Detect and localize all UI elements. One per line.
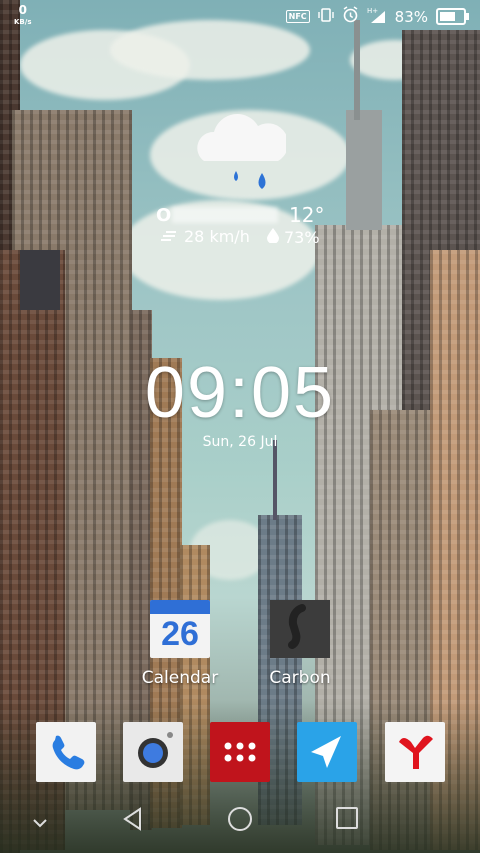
alarm-icon	[342, 6, 359, 27]
battery-percent: 83%	[394, 7, 428, 26]
calendar-icon: 26	[150, 600, 210, 658]
clock-time[interactable]: 09:05	[0, 352, 480, 434]
nfc-icon: NFC	[285, 10, 310, 23]
weather-city: O	[156, 205, 172, 226]
humidity-drop-icon	[266, 227, 280, 247]
carbon-label: Carbon	[269, 668, 331, 688]
network-speed-value: 0	[18, 3, 27, 17]
svg-text:H+: H+	[367, 7, 378, 15]
humidity-value: 73%	[284, 227, 320, 247]
collapse-chevron-icon[interactable]	[31, 814, 49, 833]
weather-temperature: 12°	[289, 203, 325, 227]
apps-drawer-icon[interactable]	[210, 722, 270, 782]
vibrate-icon	[317, 7, 334, 27]
rain-cloud-icon	[196, 103, 289, 202]
carbon-icon	[270, 600, 330, 658]
battery-icon	[436, 8, 469, 25]
clock-date[interactable]: Sun, 26 Jul	[0, 434, 480, 450]
carbon-app[interactable]: Carbon	[245, 600, 355, 688]
humidity-info: 73%	[266, 227, 320, 247]
wind-speed: 28 km/h	[184, 227, 250, 246]
blurred-city-name	[172, 207, 278, 223]
back-icon[interactable]	[120, 806, 146, 836]
telegram-icon[interactable]	[297, 722, 357, 782]
recents-icon[interactable]	[335, 806, 359, 834]
wind-info: 28 km/h	[160, 227, 250, 246]
network-speed: 0 KB/s	[14, 4, 31, 28]
home-icon[interactable]	[227, 806, 253, 836]
phone-icon[interactable]	[36, 722, 96, 782]
calendar-app[interactable]: 26 Calendar	[125, 600, 235, 688]
network-speed-unit: KB/s	[14, 18, 32, 26]
calendar-day: 26	[161, 615, 199, 653]
yandex-browser-icon[interactable]	[385, 722, 445, 782]
wind-icon	[160, 227, 178, 246]
signal-hplus-icon: H+	[367, 7, 387, 27]
navigation-bar	[0, 790, 480, 853]
calendar-label: Calendar	[141, 668, 219, 688]
camera-icon[interactable]	[123, 722, 183, 782]
status-bar: 0 KB/s NFC H+ 83%	[0, 0, 480, 34]
